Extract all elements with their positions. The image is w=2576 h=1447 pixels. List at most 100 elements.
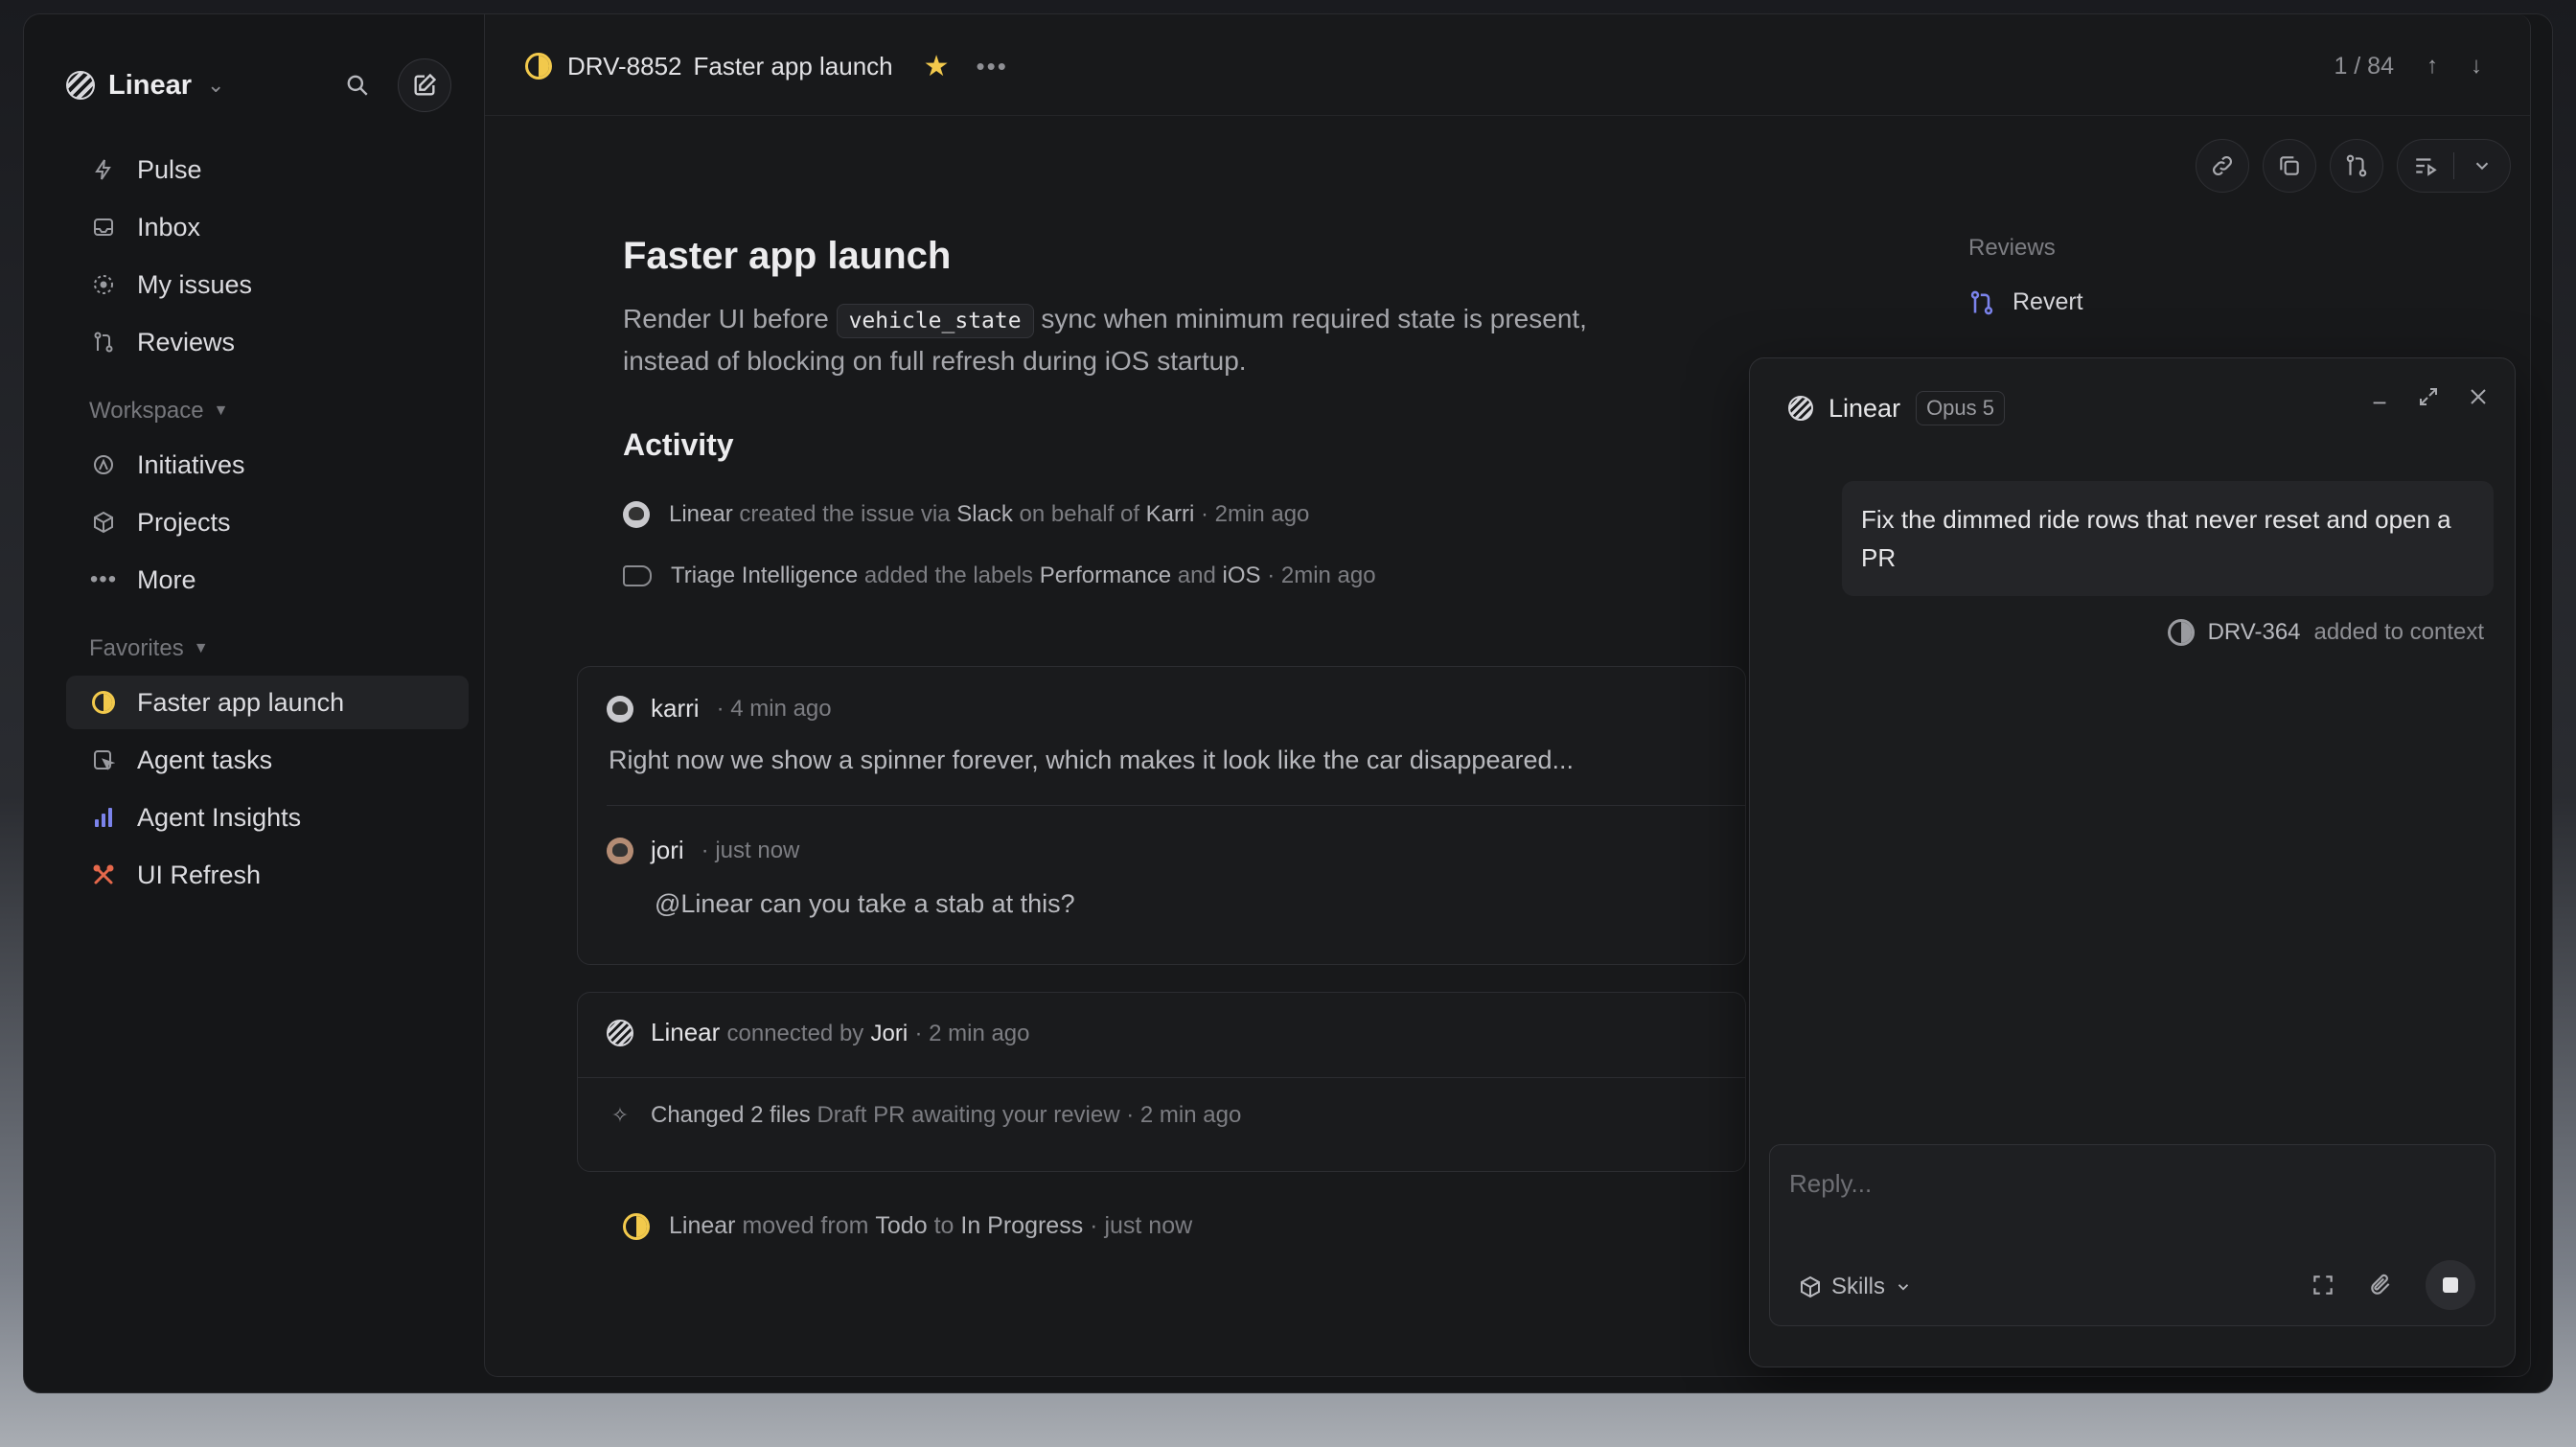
caret-down-icon: ▼ (193, 640, 209, 656)
new-issue-button[interactable] (398, 58, 451, 112)
user-message: Fix the dimmed ride rows that never rese… (1842, 481, 2494, 596)
agent-status-text: Changed 2 files Draft PR awaiting your r… (651, 1102, 1242, 1128)
activity-labels: Triage Intelligence added the labels Per… (623, 553, 1677, 599)
search-icon (347, 75, 368, 96)
skills-label: Skills (1831, 1274, 1886, 1299)
nav-item-label: Pulse (137, 154, 202, 184)
chat-window-controls (2369, 385, 2490, 408)
copy-id-button[interactable] (2263, 139, 2316, 193)
nav-item-label: Faster app launch (137, 687, 345, 717)
projects-icon (89, 508, 118, 537)
favorite-item-agent-insights[interactable]: Agent Insights (66, 791, 469, 844)
label-tag-icon (623, 565, 652, 586)
skills-dropdown[interactable]: Skills (1799, 1274, 1912, 1300)
breadcrumb: DRV-8852 Faster app launch ★ ••• (525, 47, 1008, 85)
chevron-down-icon: ⌄ (207, 73, 225, 97)
agent-session-card[interactable]: Linear connected by Jori · 2 min ago ✧ C… (577, 992, 1746, 1172)
review-item-revert[interactable]: Revert (1968, 288, 2083, 316)
composer-tools (2311, 1260, 2475, 1310)
nav-item-projects[interactable]: Projects (66, 495, 469, 549)
agent-session-text: Linear connected by Jori · 2 min ago (651, 1018, 1030, 1046)
issue-description[interactable]: Render UI before vehicle_state sync when… (623, 299, 1658, 381)
more-options-icon[interactable]: ••• (977, 52, 1008, 81)
favorite-star-icon[interactable]: ★ (924, 50, 950, 83)
copy-icon (2280, 156, 2299, 175)
nav-item-reviews[interactable]: Reviews (66, 315, 469, 369)
favorite-item-agent-tasks[interactable]: Agent tasks (66, 733, 469, 787)
nav-item-label: Reviews (137, 327, 236, 356)
workspace-section-toggle[interactable]: Workspace ▼ (66, 390, 469, 432)
fullscreen-icon[interactable] (2311, 1273, 2335, 1298)
context-text: added to context (2313, 619, 2484, 645)
copy-link-button[interactable] (2196, 139, 2249, 193)
nav-item-inbox[interactable]: Inbox (66, 200, 469, 254)
issue-toolbar (2196, 137, 2511, 195)
nav-item-label: Projects (137, 507, 231, 537)
context-chip[interactable]: DRV-364 added to context (2167, 619, 2484, 646)
agent-action-button[interactable] (2398, 153, 2453, 178)
comment-header: jori · just now (607, 836, 799, 865)
model-badge[interactable]: Opus 5 (1916, 391, 2005, 425)
expand-icon[interactable] (2417, 385, 2440, 408)
pager-count: 1 / 84 (2334, 52, 2394, 80)
git-branch-icon (2346, 154, 2367, 177)
favorite-item-faster-app-launch[interactable]: Faster app launch (66, 676, 469, 729)
branch-button[interactable] (2330, 139, 2383, 193)
divider (607, 805, 1745, 806)
arrow-up-icon[interactable]: ↑ (2426, 53, 2438, 80)
minimize-icon[interactable] (2369, 386, 2390, 407)
nav-item-label: Agent tasks (137, 745, 273, 774)
context-issue-id: DRV-364 (2207, 619, 2301, 645)
nav-item-label: Initiatives (137, 449, 245, 479)
ui-refresh-icon (89, 861, 118, 889)
nav-item-label: Inbox (137, 212, 201, 241)
sparkle-icon: ✧ (610, 1103, 630, 1127)
nav-item-label: More (137, 564, 196, 594)
link-icon (2213, 156, 2232, 175)
pull-request-icon (1970, 290, 1993, 314)
caret-down-icon: ▼ (213, 402, 229, 419)
reply-input[interactable] (1789, 1162, 2460, 1205)
agent-chat-panel: Linear Opus 5 Fix the dimmed ride rows t… (1749, 357, 2516, 1367)
agent-action-menu-button[interactable] (2454, 155, 2510, 176)
activity-text: Linear created the issue via Slack on be… (669, 501, 1310, 527)
issue-id[interactable]: DRV-8852 (567, 52, 682, 81)
in-progress-icon[interactable] (525, 53, 552, 80)
linear-logo-icon (66, 71, 95, 100)
workspace-switcher[interactable]: Linear ⌄ (66, 57, 224, 114)
close-icon[interactable] (2467, 385, 2490, 408)
issue-title-crumb[interactable]: Faster app launch (694, 52, 893, 81)
nav-item-label: Agent Insights (137, 802, 302, 832)
workspace-name: Linear (108, 69, 193, 101)
issue-status-icon (2167, 619, 2195, 646)
nav-item-my-issues[interactable]: My issues (66, 258, 469, 311)
comment-header: karri · 4 min ago (607, 694, 832, 724)
comment-body: Right now we show a spinner forever, whi… (609, 746, 1575, 774)
attach-icon[interactable] (2368, 1273, 2393, 1298)
review-label: Revert (2012, 288, 2083, 315)
agent-run-icon (2416, 158, 2437, 176)
linear-logo-icon (607, 1019, 633, 1046)
comment-time: · just now (701, 837, 800, 863)
activity-text: Triage Intelligence added the labels Per… (671, 563, 1376, 588)
bar-chart-icon (89, 803, 118, 832)
stop-icon (2443, 1277, 2458, 1293)
activity-created: Linear created the issue via Slack on be… (623, 492, 1677, 538)
stop-button[interactable] (2426, 1260, 2475, 1310)
comment-author[interactable]: karri (651, 694, 700, 724)
inline-code: vehicle_state (836, 304, 1034, 338)
my-issues-icon (89, 270, 118, 299)
nav-item-initiatives[interactable]: Initiatives (66, 438, 469, 492)
arrow-down-icon[interactable]: ↓ (2471, 53, 2482, 80)
issue-title[interactable]: Faster app launch (623, 235, 1677, 278)
comment-time: · 4 min ago (716, 695, 832, 722)
in-progress-icon (623, 1212, 650, 1240)
favorites-section-toggle[interactable]: Favorites ▼ (66, 628, 469, 670)
nav-item-pulse[interactable]: Pulse (66, 143, 469, 196)
search-button[interactable] (331, 58, 384, 112)
favorite-item-ui-refresh[interactable]: UI Refresh (66, 848, 469, 902)
comment-author[interactable]: jori (651, 836, 684, 865)
agent-session-header: Linear connected by Jori · 2 min ago (607, 1018, 1030, 1047)
nav-item-label: My issues (137, 269, 253, 299)
nav-item-more[interactable]: ••• More (66, 553, 469, 607)
